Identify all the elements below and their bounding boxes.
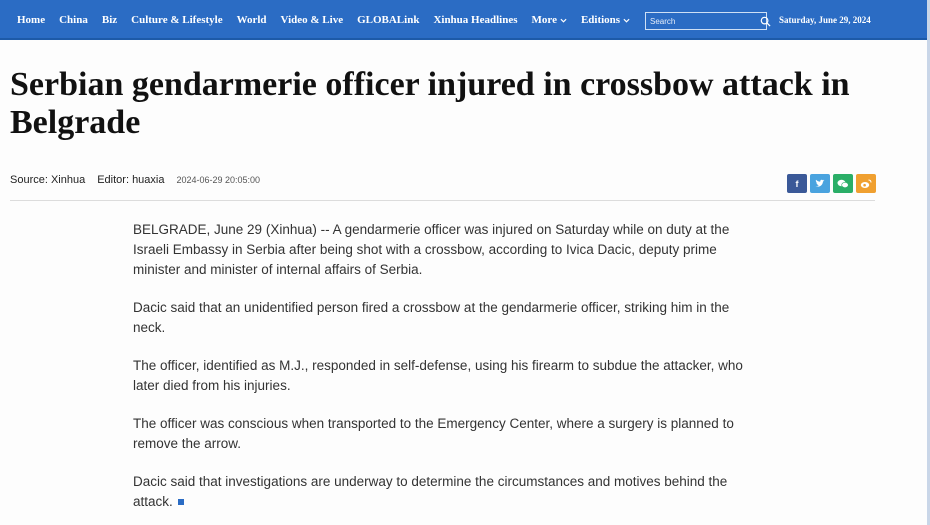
- top-navigation-bar: Home China Biz Culture & Lifestyle World…: [0, 0, 930, 40]
- nav-item-culture-lifestyle[interactable]: Culture & Lifestyle: [131, 14, 222, 26]
- search-button[interactable]: [760, 13, 771, 29]
- nav-item-editions[interactable]: Editions: [581, 14, 630, 26]
- nav-item-biz[interactable]: Biz: [102, 14, 117, 26]
- article-source: Source: Xinhua: [10, 174, 86, 186]
- weibo-share-button[interactable]: [856, 174, 876, 193]
- chevron-down-icon: [623, 18, 630, 23]
- nav-item-home[interactable]: Home: [17, 14, 45, 26]
- nav-item-label: Biz: [101, 14, 118, 26]
- nav-item-xinhua-headlines[interactable]: Xinhua Headlines: [433, 14, 517, 26]
- end-of-article-mark: [177, 499, 184, 506]
- article-timestamp: 2024-06-29 20:05:00: [176, 175, 261, 185]
- nav-item-label: Culture & Lifestyle: [131, 14, 223, 26]
- nav-menu: Home China Biz Culture & Lifestyle World…: [17, 0, 644, 40]
- nav-item-label: More: [531, 14, 557, 26]
- nav-item-label: China: [59, 14, 88, 26]
- article-paragraph: BELGRADE, June 29 (Xinhua) -- A gendarme…: [133, 222, 730, 277]
- facebook-share-button[interactable]: f: [787, 174, 807, 193]
- article-last-paragraph: Dacic said that investigations are under…: [133, 472, 748, 512]
- article-paragraph: The officer was conscious when transport…: [133, 416, 734, 451]
- article-paragraph: The officer, identified as M.J., respond…: [133, 358, 743, 393]
- article-paragraph-text: Dacic said that investigations are under…: [133, 474, 728, 509]
- nav-item-more[interactable]: More: [532, 14, 567, 26]
- article-editor: Editor: huaxia: [97, 174, 165, 186]
- meta-divider: [10, 200, 875, 201]
- current-date: Saturday, June 29, 2024: [779, 15, 871, 25]
- article-headline: Serbian gendarmerie officer injured in c…: [10, 66, 850, 141]
- nav-item-label: Home: [17, 14, 46, 26]
- nav-item-china[interactable]: China: [59, 14, 88, 26]
- twitter-share-button[interactable]: [810, 174, 830, 193]
- article-meta: Source: Xinhua Editor: huaxia 2024-06-29…: [10, 174, 260, 186]
- nav-item-globalink[interactable]: GLOBALink: [357, 14, 419, 26]
- search-input[interactable]: [646, 13, 760, 29]
- nav-item-label: GLOBALink: [357, 14, 420, 26]
- facebook-icon: f: [795, 178, 799, 189]
- twitter-icon: [815, 179, 825, 187]
- nav-item-world[interactable]: World: [237, 14, 267, 26]
- wechat-icon: [837, 179, 849, 188]
- nav-item-label: Editions: [580, 14, 621, 26]
- chevron-down-icon: [560, 18, 567, 23]
- share-buttons: f: [787, 174, 879, 193]
- search-box: [645, 12, 771, 30]
- wechat-share-button[interactable]: [833, 174, 853, 193]
- nav-item-video-live[interactable]: Video & Live: [281, 14, 344, 26]
- weibo-icon: [860, 179, 872, 188]
- nav-item-label: Xinhua Headlines: [433, 14, 518, 26]
- article-paragraph: Dacic said that an unidentified person f…: [133, 300, 730, 335]
- nav-item-label: World: [236, 14, 267, 26]
- nav-item-label: Video & Live: [280, 14, 344, 26]
- search-icon: [760, 16, 771, 27]
- article-body: BELGRADE, June 29 (Xinhua) -- A gendarme…: [133, 220, 748, 525]
